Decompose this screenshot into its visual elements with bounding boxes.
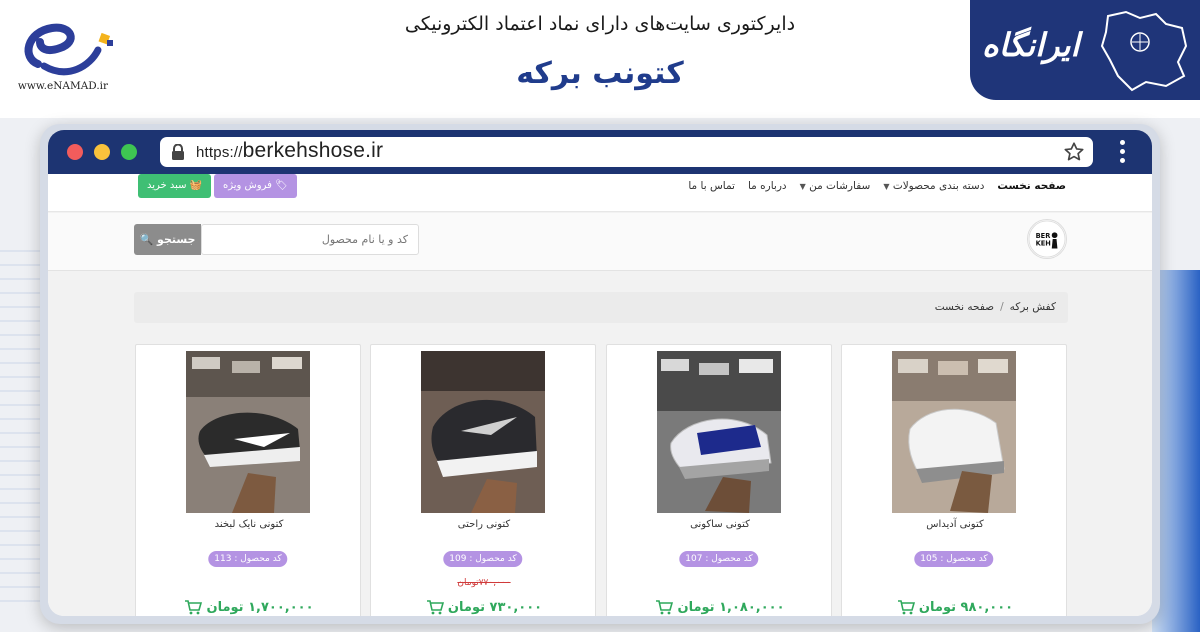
browser-toolbar: https://berkehshose.ir xyxy=(48,130,1152,174)
browser-window: https://berkehshose.ir صفحه نخست دسته بن… xyxy=(48,130,1152,616)
directory-title: دایرکتوری سایت‌های دارای نماد اعتماد الک… xyxy=(404,13,796,35)
irangah-logo[interactable]: ایرانگاه xyxy=(970,0,1200,100)
product-card[interactable]: کتونی نایک لبخند کد محصول : 113 ۱,۷۰۰,۰۰… xyxy=(135,344,361,616)
product-card[interactable]: کتونی ساکونی کد محصول : 107 ۱,۰۸۰,۰۰۰ تو… xyxy=(606,344,832,616)
product-card[interactable]: کتونی راحتی کد محصول : 109 ۷۷۰,۰۰۰تومان … xyxy=(370,344,596,616)
directory-header: www.eNAMAD.ir دایرکتوری سایت‌های دارای ن… xyxy=(0,0,1200,118)
cart-button[interactable]: 🧺 سبد خرید xyxy=(138,174,212,198)
website-content: صفحه نخست دسته بندی محصولات ▼ سفارشات من… xyxy=(48,174,1152,616)
nav-item-categories[interactable]: دسته بندی محصولات ▼ xyxy=(883,180,984,192)
enamad-url[interactable]: www.eNAMAD.ir xyxy=(8,80,118,92)
special-sale-label: فروش ویژه xyxy=(223,180,272,191)
breadcrumb: کفش برکه / صفحه نخست xyxy=(134,292,1068,323)
product-old-price: ۷۷۰,۰۰۰تومان xyxy=(457,578,511,588)
minimize-window-button[interactable] xyxy=(94,144,110,160)
site-name-heading: کتونب برکه xyxy=(516,56,684,91)
nav-menu: صفحه نخست دسته بندی محصولات ▼ سفارشات من… xyxy=(688,180,1066,192)
shopping-cart-icon xyxy=(897,600,915,615)
search-label: جستجو xyxy=(157,233,196,246)
product-price[interactable]: ۱,۷۰۰,۰۰۰ تومان xyxy=(136,600,362,615)
product-price[interactable]: ۹۸۰,۰۰۰ تومان xyxy=(842,600,1068,615)
search-bar-area: جستجو 🔍 BER KEH xyxy=(48,213,1152,271)
product-image[interactable] xyxy=(186,351,310,513)
address-bar[interactable]: https://berkehshose.ir xyxy=(160,137,1093,167)
product-price-text: ۹۸۰,۰۰۰ تومان xyxy=(918,600,1014,615)
product-name[interactable]: کتونی آدیداس xyxy=(842,519,1068,530)
product-price-text: ۱,۰۸۰,۰۰۰ تومان xyxy=(677,600,785,615)
nav-item-home[interactable]: صفحه نخست xyxy=(997,180,1066,192)
shopping-cart-icon xyxy=(185,600,203,615)
nav-item-contact[interactable]: تماس با ما xyxy=(688,180,735,192)
iran-map-icon xyxy=(1100,10,1188,92)
product-name[interactable]: کتونی نایک لبخند xyxy=(136,519,362,530)
search-icon: 🔍 xyxy=(139,233,154,246)
product-price[interactable]: ۱,۰۸۰,۰۰۰ تومان xyxy=(607,600,833,615)
product-name[interactable]: کتونی ساکونی xyxy=(607,519,833,530)
chevron-down-icon: ▼ xyxy=(883,182,890,191)
product-price-text: ۷۳۰,۰۰۰ تومان xyxy=(447,600,543,615)
url-text: https://berkehshose.ir xyxy=(196,139,383,163)
product-code-badge: کد محصول : 107 xyxy=(679,551,759,567)
browser-frame: https://berkehshose.ir صفحه نخست دسته بن… xyxy=(40,124,1160,624)
breadcrumb-item-shop[interactable]: کفش برکه xyxy=(1010,301,1056,313)
search-input[interactable] xyxy=(201,224,419,255)
maximize-window-button[interactable] xyxy=(121,144,137,160)
shopping-cart-icon xyxy=(426,600,444,615)
cart-label: سبد خرید xyxy=(147,180,187,191)
nav-item-categories-label: دسته بندی محصولات xyxy=(892,180,985,192)
url-protocol: https:// xyxy=(196,144,243,161)
svg-text:KEH: KEH xyxy=(1036,240,1051,248)
shopping-cart-icon xyxy=(656,600,674,615)
breadcrumb-item-home[interactable]: صفحه نخست xyxy=(935,301,994,313)
product-code-badge: کد محصول : 113 xyxy=(208,551,288,567)
bookmark-star-icon[interactable] xyxy=(1063,141,1085,163)
top-navigation: صفحه نخست دسته بندی محصولات ▼ سفارشات من… xyxy=(48,174,1152,212)
special-sale-button[interactable]: 🏷 فروش ویژه xyxy=(214,174,297,198)
product-code-badge: کد محصول : 109 xyxy=(443,551,523,567)
url-domain: berkehshose.ir xyxy=(242,139,384,162)
breadcrumb-separator: / xyxy=(1000,301,1004,313)
product-card[interactable]: کتونی آدیداس کد محصول : 105 ۹۸۰,۰۰۰ توما… xyxy=(841,344,1067,616)
browser-menu-icon[interactable] xyxy=(1120,140,1126,167)
product-grid: کتونی آدیداس کد محصول : 105 ۹۸۰,۰۰۰ توما… xyxy=(135,344,1067,616)
site-logo[interactable]: BER KEH xyxy=(1027,219,1067,259)
product-name[interactable]: کتونی راحتی xyxy=(371,519,597,530)
tag-icon: 🏷 xyxy=(275,180,288,191)
product-image[interactable] xyxy=(421,351,545,513)
chevron-down-icon: ▼ xyxy=(799,182,806,191)
product-code-badge: کد محصول : 105 xyxy=(914,551,994,567)
product-image[interactable] xyxy=(657,351,781,513)
product-image[interactable] xyxy=(892,351,1016,513)
basket-icon: 🧺 xyxy=(189,180,203,191)
product-price[interactable]: ۷۳۰,۰۰۰ تومان xyxy=(371,600,597,615)
nav-item-about[interactable]: درباره ما xyxy=(748,180,787,192)
irangah-brand-text: ایرانگاه xyxy=(982,26,1080,64)
close-window-button[interactable] xyxy=(67,144,83,160)
nav-item-orders[interactable]: سفارشات من ▼ xyxy=(800,180,871,192)
lock-icon xyxy=(172,144,184,160)
product-price-text: ۱,۷۰۰,۰۰۰ تومان xyxy=(206,600,314,615)
search-button[interactable]: جستجو 🔍 xyxy=(134,224,201,255)
nav-item-orders-label: سفارشات من xyxy=(809,180,871,192)
